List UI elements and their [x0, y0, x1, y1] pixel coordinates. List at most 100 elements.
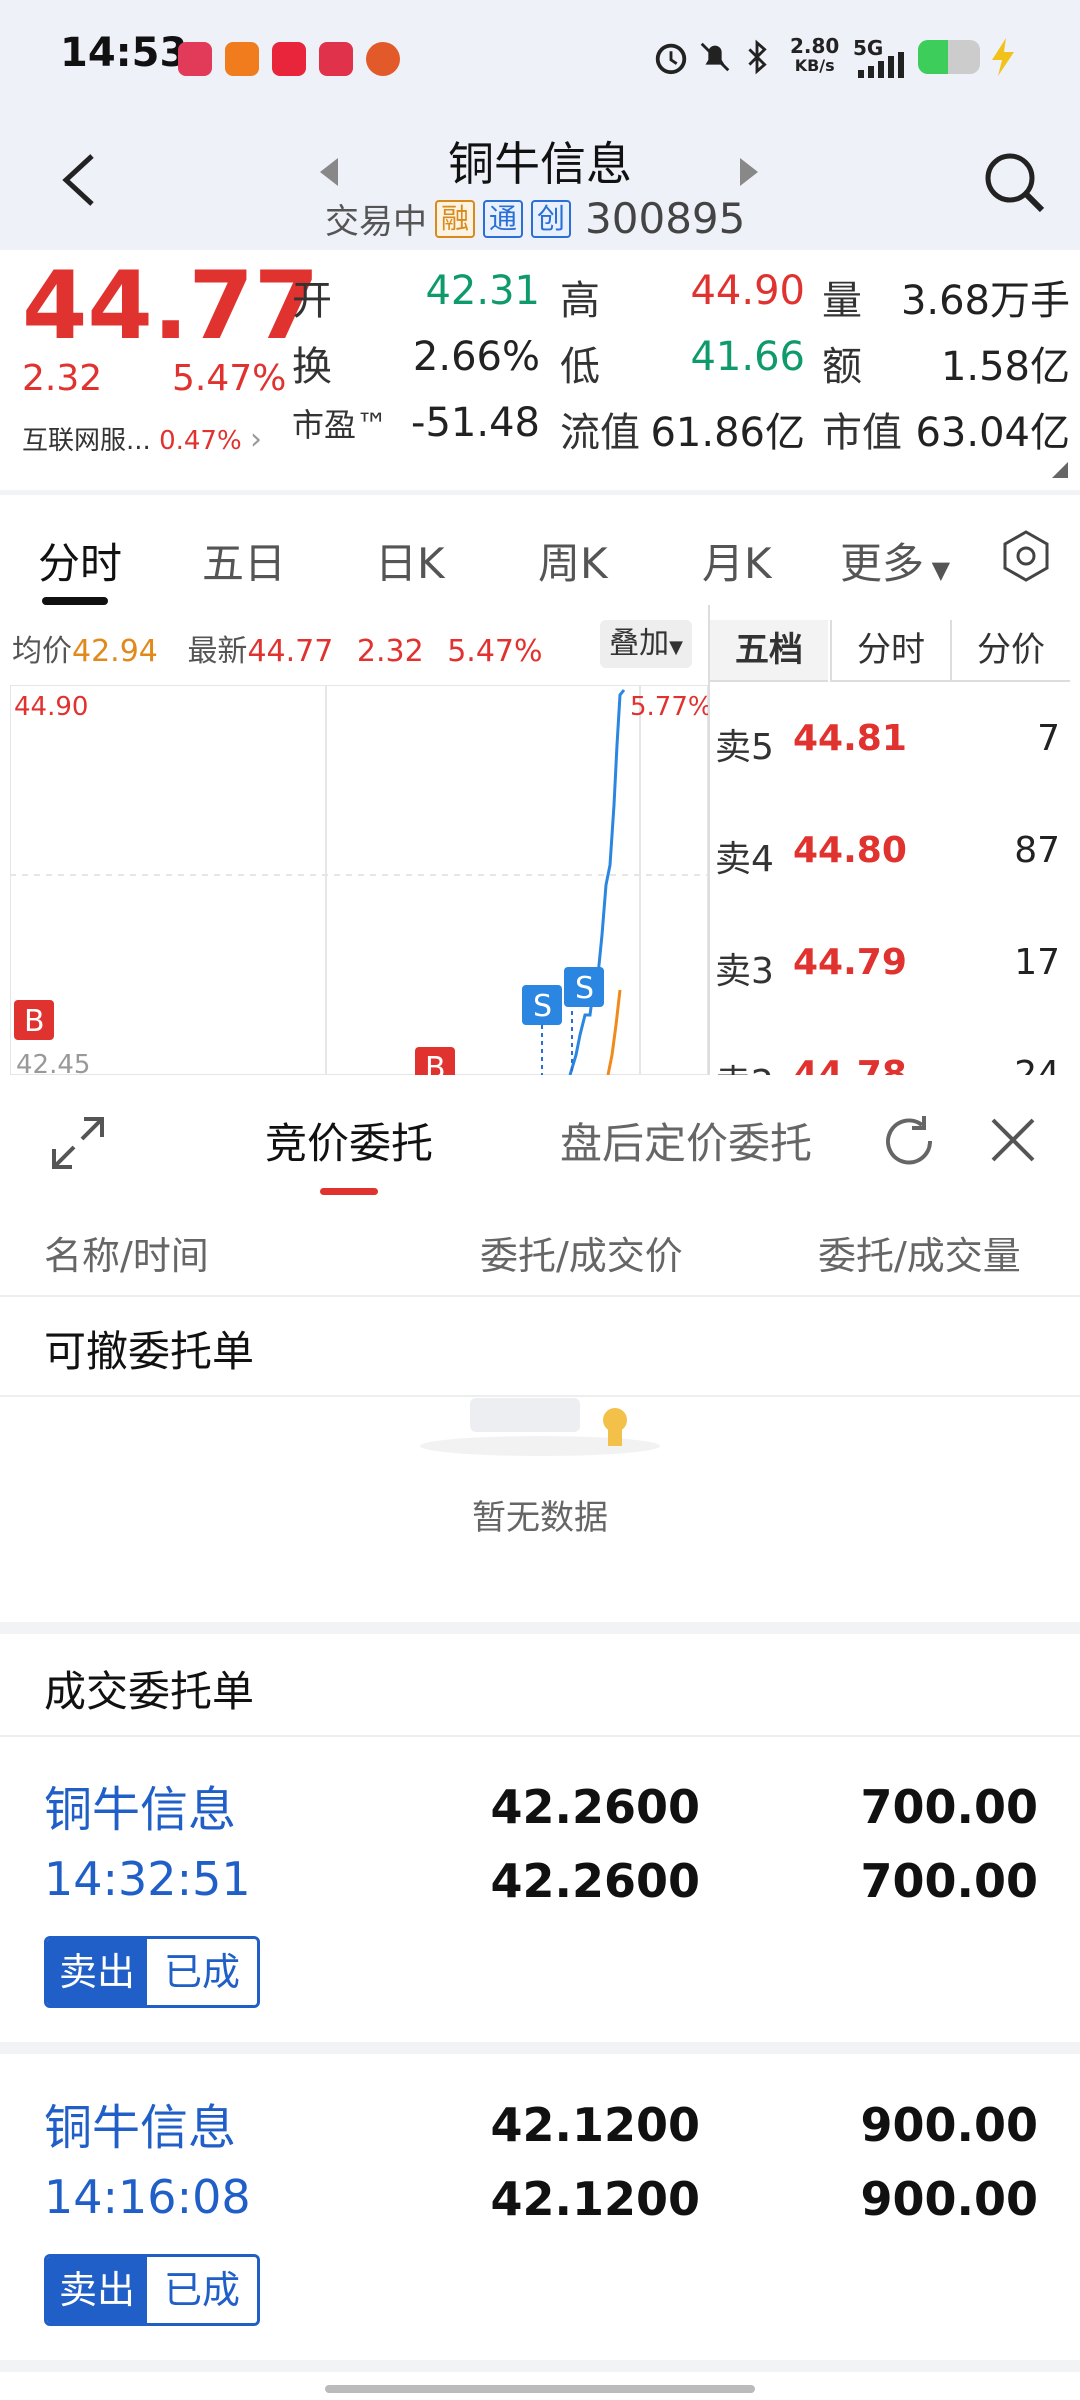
net-speed: 2.80 KB/s — [790, 34, 840, 75]
tab-ticks[interactable]: 分时 — [830, 620, 950, 682]
buy-marker-label: B — [425, 1051, 446, 1075]
tab-more[interactable]: 更多 ▼ — [840, 530, 950, 591]
avg-label: 均价 — [12, 634, 72, 669]
tab-five-levels[interactable]: 五档 — [710, 620, 828, 682]
caret-down-icon: ▼ — [669, 637, 683, 658]
mute-icon — [700, 42, 730, 72]
quote-value: 63.04亿 — [915, 410, 1070, 456]
chinext-tag: 创 — [531, 199, 572, 238]
tab-indicator — [42, 597, 108, 605]
status-time: 14:53 — [60, 30, 188, 76]
order-stock-name[interactable]: 铜牛信息 — [44, 2088, 236, 2158]
caret-down-icon: ▼ — [924, 556, 951, 584]
chart-frame — [10, 685, 709, 1075]
tab-daily-k[interactable]: 日K — [375, 530, 445, 591]
order-state: 已成 — [147, 2257, 257, 2323]
order-level-label: 卖4 — [715, 839, 774, 880]
order-level-label: 卖3 — [715, 951, 774, 992]
sell-marker-label: S — [575, 971, 594, 1006]
tab-weekly-k[interactable]: 周K — [538, 530, 608, 591]
order-level-label: 卖5 — [715, 727, 774, 768]
stock-name: 铜牛信息 — [448, 137, 632, 191]
order-level-volume: 7 — [1037, 718, 1060, 759]
stock-subline: 交易中 融 通 创 300895 — [325, 194, 745, 243]
tab-five-day[interactable]: 五日 — [202, 530, 286, 591]
tab-price-volume[interactable]: 分价 — [950, 620, 1070, 682]
tab-monthly-k[interactable]: 月K — [702, 530, 772, 591]
expand-corner-icon[interactable] — [1052, 462, 1068, 478]
quote-label: 高 — [560, 278, 600, 324]
col-price: 委托/成交价 — [480, 1234, 683, 1278]
quote-label: 额 — [822, 344, 862, 390]
order-book-row: 卖2 44.78 24 — [715, 1054, 1060, 1075]
chart-top-price: 44.90 — [14, 692, 88, 722]
avg-value: 42.94 — [72, 634, 158, 669]
empty-illustration — [420, 1398, 660, 1456]
divider — [0, 1735, 1080, 1737]
quote-value: 42.31 — [425, 268, 540, 314]
quote-value: 61.86亿 — [650, 410, 805, 456]
order-side: 卖出 — [47, 1939, 147, 2005]
search-icon[interactable] — [980, 148, 1050, 218]
col-name-time: 名称/时间 — [44, 1234, 209, 1278]
tab-more-label: 更多 — [840, 539, 925, 588]
order-time: 14:16:08 — [44, 2170, 251, 2224]
order-status-badge: 卖出 已成 — [44, 2254, 260, 2326]
deal-price: 42.2600 — [490, 1854, 700, 1908]
quote-value: 2.66% — [412, 334, 540, 380]
order-qty: 900.00 — [860, 2098, 1038, 2152]
latest-value: 44.77 — [247, 634, 334, 669]
order-time: 14:32:51 — [44, 1852, 251, 1906]
order-stock-name[interactable]: 铜牛信息 — [44, 1770, 236, 1840]
tab-after-hours-orders[interactable]: 盘后定价委托 — [560, 1110, 812, 1171]
quote-value: 44.90 — [690, 268, 805, 314]
quote-label: 开 — [292, 278, 332, 324]
refresh-icon[interactable] — [880, 1112, 938, 1170]
order-level-price: 44.78 — [793, 1054, 907, 1075]
trading-status: 交易中 — [325, 202, 427, 242]
alarm-icon — [655, 43, 687, 75]
quote-value: 1.58亿 — [940, 344, 1070, 390]
order-level-volume: 17 — [1014, 942, 1060, 983]
home-indicator[interactable] — [325, 2385, 755, 2393]
sector-pct: 0.47% — [159, 426, 242, 456]
intraday-chart[interactable]: 44.90 5.77% 42.45 B B S S — [10, 685, 710, 1075]
quote-value: 3.68万手 — [900, 278, 1070, 324]
order-price: 42.2600 — [490, 1780, 700, 1834]
signal-icon — [858, 52, 904, 78]
battery-icon — [918, 40, 980, 74]
section-gap — [0, 2042, 1080, 2054]
order-level-price: 44.81 — [793, 718, 907, 759]
tab-intraday[interactable]: 分时 — [38, 530, 122, 591]
sector-link[interactable]: 互联网服... 0.47% › — [22, 420, 262, 457]
chart-bottom-price: 42.45 — [16, 1050, 90, 1075]
order-book-row: 卖5 44.81 7 — [715, 718, 1060, 768]
quote-value: -51.48 — [411, 400, 540, 446]
quote-label: 量 — [822, 278, 862, 324]
deal-qty: 900.00 — [860, 2172, 1038, 2226]
tab-auction-orders[interactable]: 竞价委托 — [265, 1110, 433, 1171]
order-level-price: 44.80 — [793, 830, 907, 871]
overlay-button[interactable]: 叠加▼ — [600, 620, 692, 668]
close-icon[interactable] — [985, 1112, 1041, 1168]
app-notification-icon — [178, 42, 212, 76]
quote-value: 41.66 — [690, 334, 805, 380]
overlay-label: 叠加 — [609, 626, 670, 661]
order-book-row: 卖4 44.80 87 — [715, 830, 1060, 880]
current-price: 44.77 — [22, 252, 320, 361]
empty-text: 暂无数据 — [472, 1498, 608, 1538]
margin-tag: 融 — [435, 199, 476, 238]
settings-hexagon-icon[interactable] — [998, 528, 1054, 584]
chart-stats: 均价42.94 最新44.77 2.32 5.47% — [12, 626, 543, 670]
latest-change: 2.32 — [356, 634, 424, 669]
chevron-right-icon: › — [249, 422, 262, 457]
order-book-row: 卖3 44.79 17 — [715, 942, 1060, 992]
bluetooth-icon — [748, 39, 767, 75]
sector-name: 互联网服... — [22, 426, 151, 456]
chart-top-pct: 5.77% — [630, 692, 710, 722]
sheet-tab-indicator — [320, 1188, 378, 1195]
avg-price-line — [606, 989, 622, 1075]
deal-price: 42.1200 — [490, 2172, 700, 2226]
quote-label: 换 — [292, 344, 332, 390]
expand-icon[interactable] — [48, 1113, 108, 1173]
